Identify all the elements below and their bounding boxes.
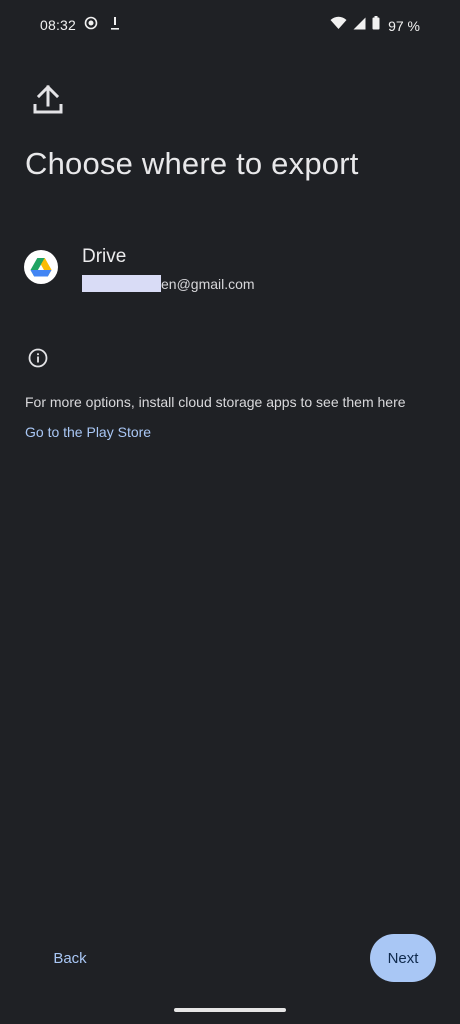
screen-record-icon bbox=[84, 16, 98, 35]
info-message: For more options, install cloud storage … bbox=[25, 394, 406, 410]
back-button[interactable]: Back bbox=[36, 940, 104, 976]
next-button[interactable]: Next bbox=[370, 934, 436, 982]
account-email: en@gmail.com bbox=[82, 275, 255, 292]
drive-account-option[interactable]: Drive en@gmail.com bbox=[24, 244, 434, 298]
google-drive-icon bbox=[24, 250, 58, 284]
page-title: Choose where to export bbox=[25, 146, 359, 181]
wifi-icon bbox=[330, 16, 347, 35]
download-icon bbox=[110, 16, 120, 35]
status-time: 08:32 bbox=[40, 17, 77, 33]
status-bar: 08:32 97 % bbox=[0, 0, 460, 48]
battery-icon bbox=[372, 16, 380, 35]
provider-name: Drive bbox=[82, 246, 127, 267]
upload-icon bbox=[30, 82, 66, 118]
info-icon bbox=[28, 348, 48, 368]
account-email-domain: en@gmail.com bbox=[161, 275, 255, 292]
play-store-link[interactable]: Go to the Play Store bbox=[25, 424, 151, 440]
gesture-navigation-bar[interactable] bbox=[174, 1008, 286, 1012]
battery-percentage: 97 % bbox=[388, 17, 420, 34]
cell-signal-icon bbox=[353, 17, 366, 35]
status-notification-icons bbox=[84, 16, 120, 35]
redacted-email-prefix bbox=[82, 275, 161, 292]
status-system-icons: 97 % bbox=[330, 16, 420, 35]
